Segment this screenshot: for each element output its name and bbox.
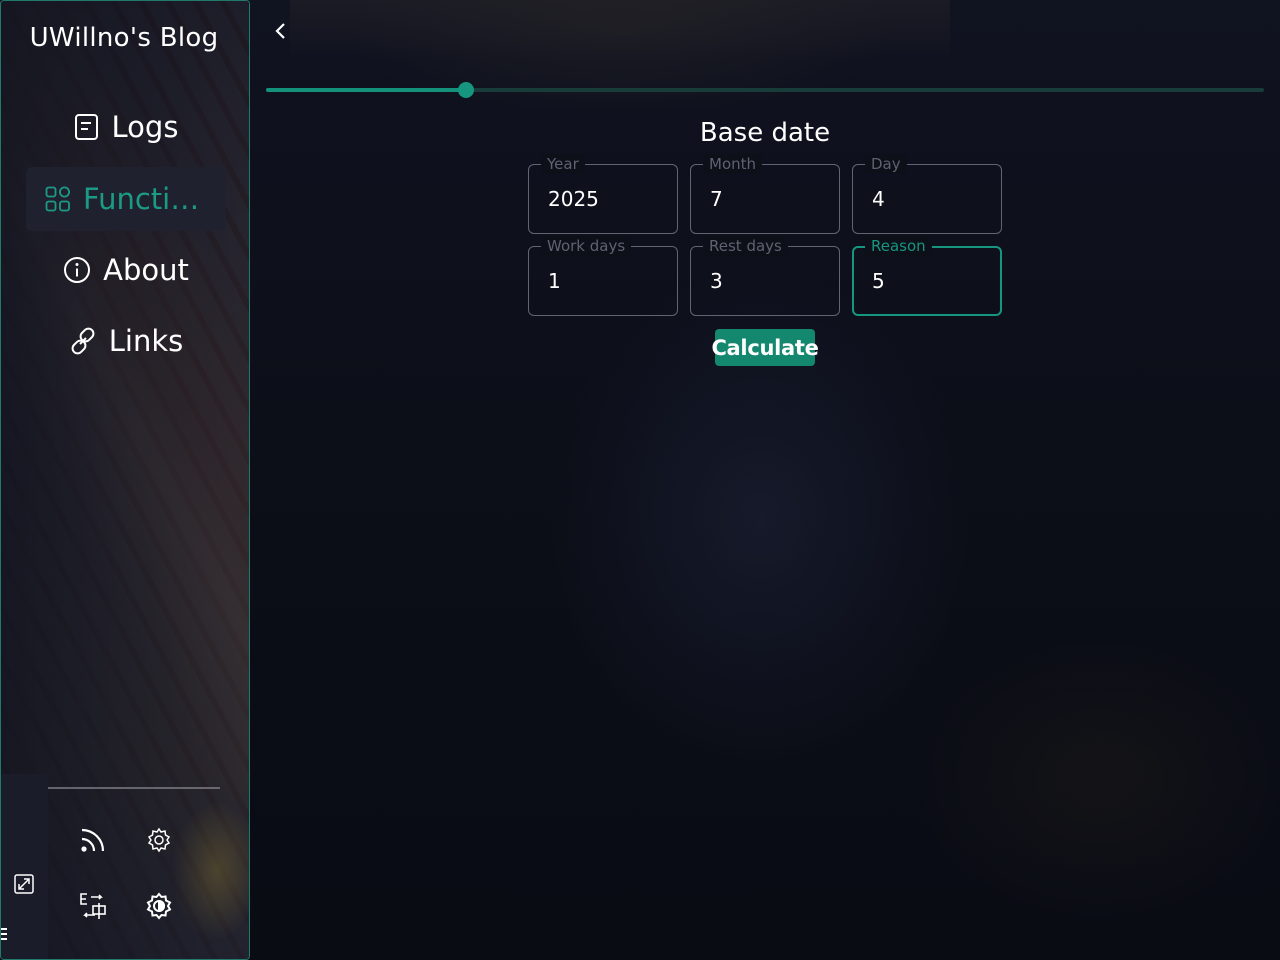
gear-icon [147, 827, 171, 853]
theme-settings-icon [146, 892, 172, 920]
expand-button[interactable] [4, 864, 44, 904]
language-button[interactable] [73, 886, 113, 926]
field-label: Year [541, 154, 585, 174]
year-field[interactable]: Year 2025 [528, 154, 678, 234]
sidebar-item-label: Functions [83, 182, 207, 216]
expand-icon [14, 874, 34, 894]
theme-settings-button[interactable] [139, 886, 179, 926]
field-label: Day [865, 154, 907, 174]
header-shade [290, 0, 950, 60]
language-toggle-icon [80, 893, 106, 919]
field-label: Reason [865, 236, 932, 256]
info-icon [64, 257, 91, 283]
month-field[interactable]: Month 7 [690, 154, 840, 234]
field-label: Work days [541, 236, 632, 256]
settings-button[interactable] [139, 820, 179, 860]
slider-thumb[interactable] [457, 82, 474, 98]
field-value[interactable]: 4 [872, 187, 885, 211]
day-field[interactable]: Day 4 [852, 154, 1002, 234]
blog-title[interactable]: UWillno's Blog [1, 23, 247, 53]
sidebar-item-links[interactable]: Links [26, 309, 226, 373]
field-label: Rest days [703, 236, 788, 256]
form-title: Base date [699, 118, 831, 148]
field-value[interactable]: 2025 [548, 187, 599, 211]
field-label: Month [703, 154, 763, 174]
work-days-field[interactable]: Work days 1 [528, 236, 678, 316]
side-tool-strip [1, 774, 48, 959]
sidebar-divider [48, 787, 220, 789]
menu-button[interactable] [1, 919, 13, 949]
sidebar-item-logs[interactable]: Logs [26, 95, 226, 159]
field-value[interactable]: 5 [872, 269, 885, 293]
field-value[interactable]: 3 [710, 269, 723, 293]
sidebar-item-functions[interactable]: Functions [26, 167, 226, 231]
collapse-sidebar-button[interactable] [268, 18, 294, 44]
field-value[interactable]: 7 [710, 187, 723, 211]
rest-days-field[interactable]: Rest days 3 [690, 236, 840, 316]
chevron-left-icon [275, 23, 285, 39]
sidebar-item-about[interactable]: About [26, 238, 226, 302]
sidebar: UWillno's Blog Logs Functions About [0, 0, 250, 960]
progress-slider[interactable] [266, 82, 1264, 98]
grid-icon [45, 186, 70, 212]
calculate-button[interactable]: Calculate [711, 329, 819, 366]
field-value[interactable]: 1 [548, 269, 561, 293]
rss-icon [81, 828, 105, 852]
link-icon [71, 327, 95, 355]
sidebar-item-label: Logs [111, 110, 179, 144]
menu-icon [1, 928, 7, 940]
sidebar-item-label: About [103, 253, 189, 287]
reason-field[interactable]: Reason 5 [852, 236, 1002, 316]
sidebar-item-label: Links [108, 324, 184, 358]
slider-fill [266, 88, 466, 92]
document-icon [74, 114, 98, 140]
rss-button[interactable] [73, 820, 113, 860]
